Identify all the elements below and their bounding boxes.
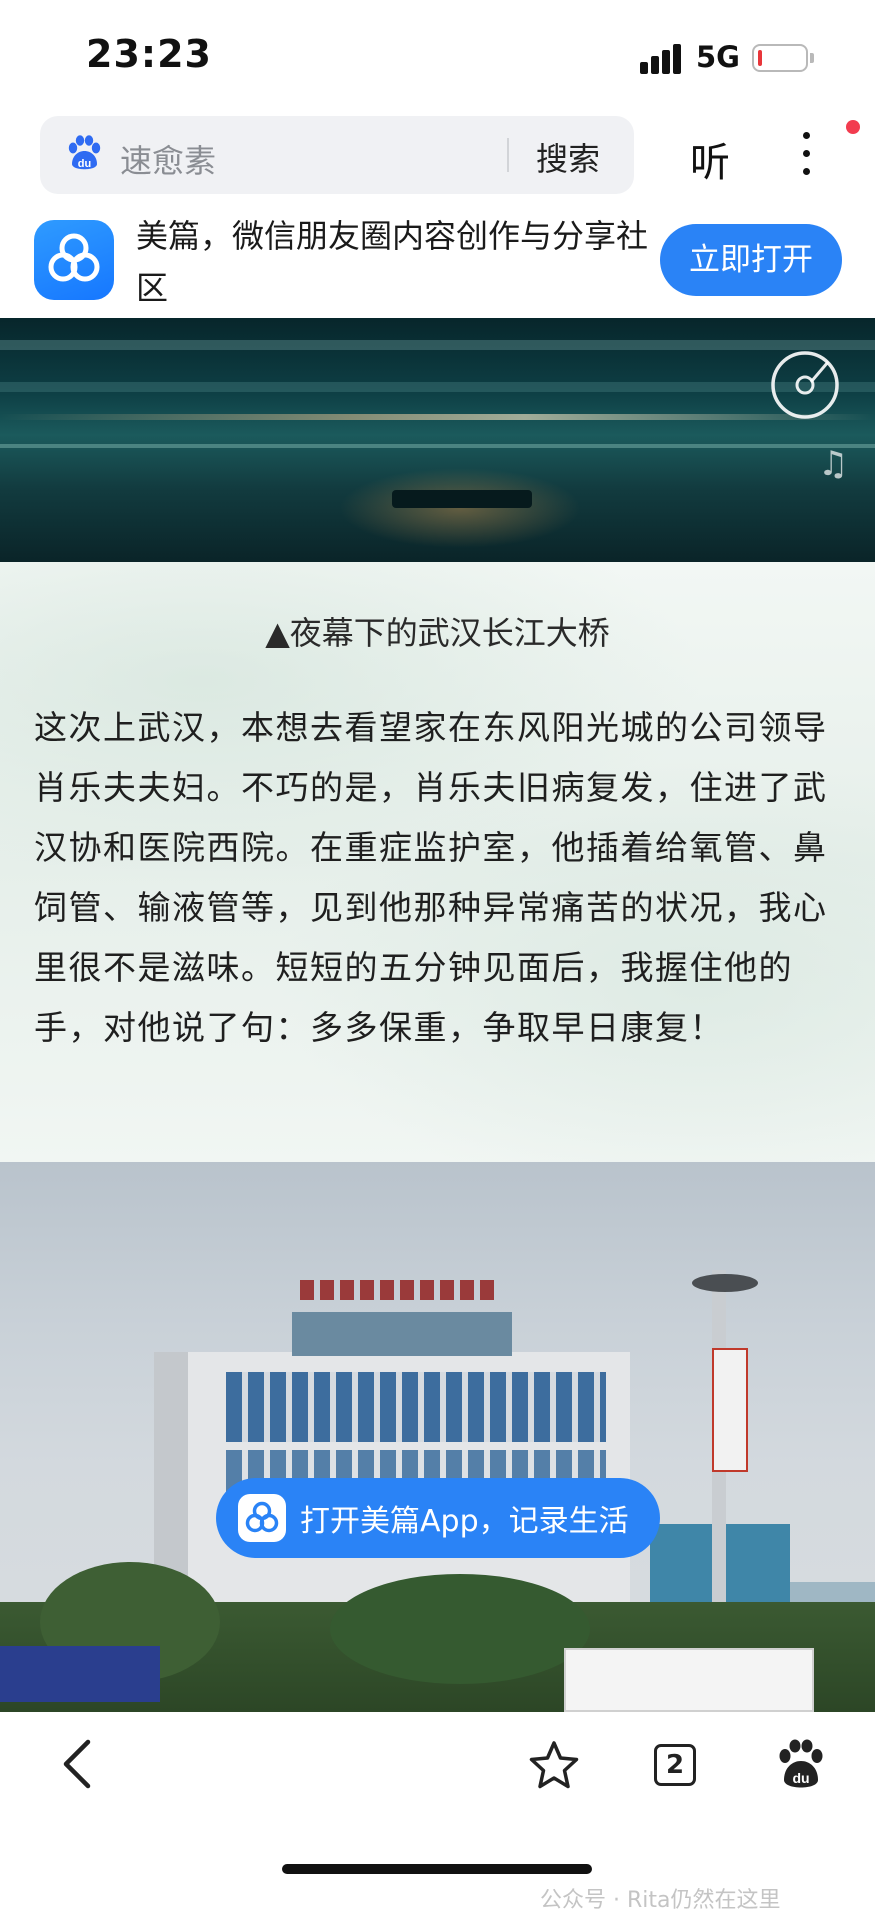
open-now-button[interactable]: 立即打开 — [660, 224, 842, 296]
tabs-count-button[interactable]: 2 — [654, 1744, 696, 1786]
meipian-logo-icon — [238, 1494, 286, 1542]
status-time: 23:23 — [86, 32, 212, 76]
article-text-section: ▲夜幕下的武汉长江大桥 这次上武汉，本想去看望家在东风阳光城的公司领导肖乐夫夫妇… — [0, 562, 875, 1162]
photo-caption: ▲夜幕下的武汉长江大桥 — [265, 614, 610, 652]
music-note-icon: ♫ — [818, 444, 849, 484]
baidu-paw-icon: du — [68, 135, 101, 170]
back-arrow-icon[interactable] — [58, 1738, 98, 1790]
meipian-logo-icon — [34, 220, 114, 300]
notification-dot — [846, 120, 860, 134]
wuhan-bridge-night-photo: ♫ — [0, 318, 875, 562]
battery-level — [758, 50, 762, 66]
battery-icon — [752, 44, 808, 72]
app-promo-banner: 美篇，微信朋友圈内容创作与分享社区 立即打开 — [0, 204, 875, 318]
open-app-label: 打开美篇App，记录生活 — [300, 1504, 629, 1539]
music-disc-icon[interactable] — [770, 350, 840, 420]
bottom-navigation: 2 du 公众号 · Rita仍然在这里 — [0, 1712, 875, 1913]
search-query-text[interactable]: 速愈素 — [120, 136, 216, 182]
network-type: 5G — [696, 40, 740, 74]
svg-text:du: du — [78, 158, 91, 170]
favorite-star-icon[interactable] — [528, 1740, 580, 1790]
article-paragraph: 这次上武汉，本想去看望家在东风阳光城的公司领导肖乐夫夫妇。不巧的是，肖乐夫旧病复… — [34, 708, 828, 1047]
battery-tip — [810, 53, 814, 63]
listen-button[interactable]: 听 — [690, 130, 730, 188]
svg-text:du: du — [792, 1770, 809, 1786]
home-indicator[interactable] — [282, 1864, 592, 1874]
meipian-knot-icon — [245, 1501, 279, 1533]
status-bar: 23:23 5G — [0, 0, 875, 112]
app-banner-title: 美篇，微信朋友圈内容创作与分享社区 — [136, 217, 649, 307]
more-vertical-icon[interactable] — [800, 128, 812, 180]
browser-toolbar: du 速愈素 搜索 听 — [0, 112, 875, 204]
wuhan-union-hospital-photo — [0, 1162, 875, 1712]
search-divider — [507, 138, 509, 172]
open-meipian-app-button[interactable]: 打开美篇App，记录生活 — [216, 1478, 660, 1558]
search-box[interactable]: du 速愈素 搜索 — [40, 116, 634, 194]
cellular-signal-icon — [640, 44, 682, 74]
meipian-knot-icon — [48, 233, 100, 282]
search-button[interactable]: 搜索 — [536, 134, 600, 180]
wechat-account-watermark: 公众号 · Rita仍然在这里 — [540, 1888, 781, 1913]
baidu-home-paw-icon[interactable]: du — [774, 1738, 828, 1792]
